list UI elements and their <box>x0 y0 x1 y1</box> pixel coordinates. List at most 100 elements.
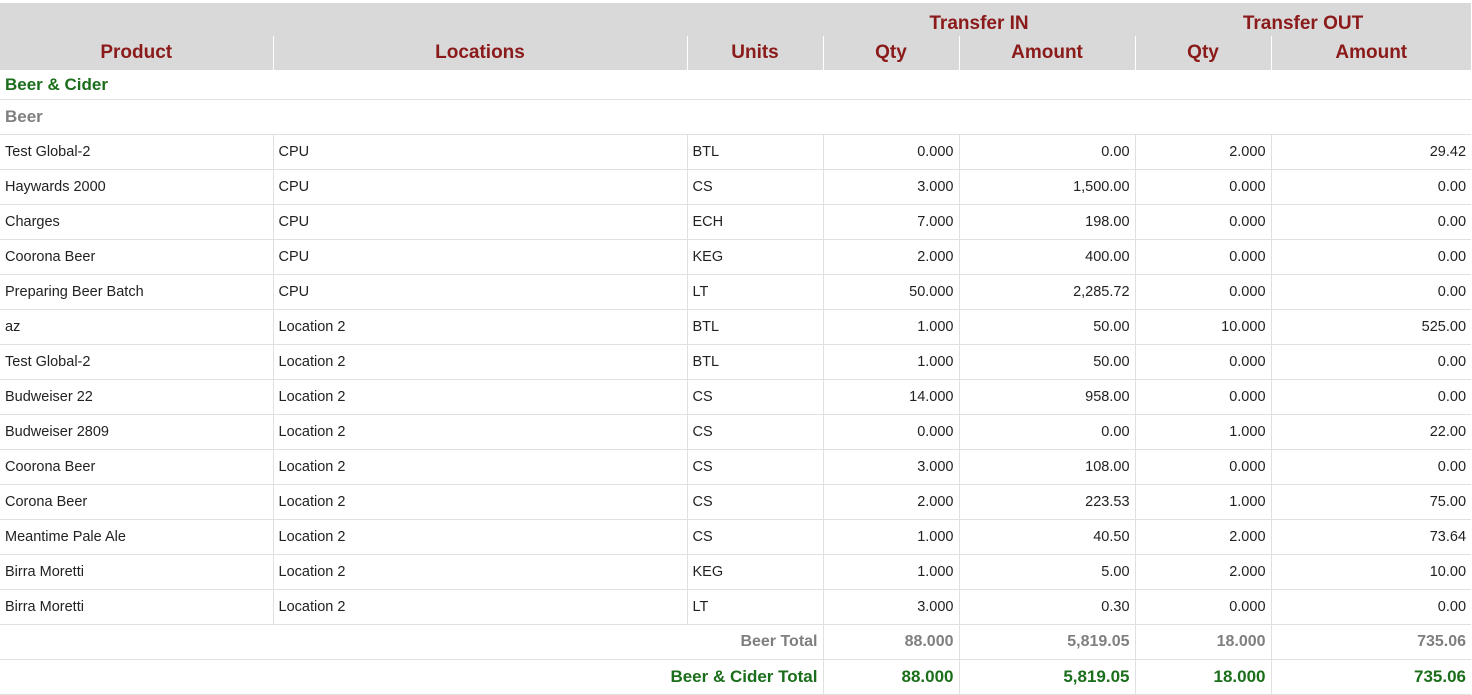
transfer-in-qty-column-header[interactable]: Qty <box>822 36 959 70</box>
transfer-out-qty-cell: 2.000 <box>1134 554 1272 590</box>
transfer-in-qty-cell: 0.000 <box>822 134 959 170</box>
transfer-out-amount-cell: 0.00 <box>1270 274 1472 310</box>
table-row[interactable]: az Location 2 BTL 1.000 50.00 10.000 525.00 <box>0 309 1472 345</box>
product-cell: Charges <box>0 204 273 240</box>
subcategory-label: Beer <box>0 99 1472 135</box>
location-cell: Location 2 <box>272 379 687 415</box>
subtotal-row-label: Beer Total <box>0 624 823 660</box>
subcategory-row: Beer <box>0 99 1472 135</box>
location-cell: CPU <box>272 274 687 310</box>
table-row[interactable]: Birra Moretti Location 2 LT 3.000 0.30 0.000 0… <box>0 589 1472 625</box>
transfer-out-amount-cell: 0.00 <box>1270 589 1472 625</box>
transfer-in-qty-cell: 0.000 <box>822 414 959 450</box>
transfer-out-amount-cell: 0.00 <box>1270 344 1472 380</box>
subtotal-row: Beer Total 88.000 5,819.05 18.000 735.06 <box>0 624 1472 660</box>
location-cell: CPU <box>272 134 687 170</box>
location-cell: Location 2 <box>272 309 687 345</box>
location-cell: CPU <box>272 204 687 240</box>
transfer-in-amount-cell: 5.00 <box>958 554 1136 590</box>
transfer-out-qty-cell: 0.000 <box>1134 274 1272 310</box>
transfer-out-qty-cell: 0.000 <box>1134 344 1272 380</box>
unit-cell: CS <box>686 414 823 450</box>
transfer-in-amount-cell: 0.00 <box>958 134 1136 170</box>
table-row[interactable]: Test Global-2 Location 2 BTL 1.000 50.00 0.00… <box>0 344 1472 380</box>
location-cell: Location 2 <box>272 449 687 485</box>
table-row[interactable]: Birra Moretti Location 2 KEG 1.000 5.00 2.000… <box>0 554 1472 590</box>
table-row[interactable]: Corona Beer Location 2 CS 2.000 223.53 1.000 7… <box>0 484 1472 520</box>
transfer-in-qty-cell: 1.000 <box>822 309 959 345</box>
unit-cell: BTL <box>686 344 823 380</box>
grand-total-row-transfer-in-qty: 88.000 <box>822 659 959 695</box>
product-column-header[interactable]: Product <box>0 36 273 70</box>
product-cell: Haywards 2000 <box>0 169 273 205</box>
transfer-in-amount-cell: 2,285.72 <box>958 274 1136 310</box>
product-cell: Corona Beer <box>0 484 273 520</box>
location-cell: Location 2 <box>272 519 687 555</box>
transfer-out-amount-column-header[interactable]: Amount <box>1270 36 1472 70</box>
transfer-in-amount-cell: 50.00 <box>958 309 1136 345</box>
table-row[interactable]: Coorona Beer Location 2 CS 3.000 108.00 0.000… <box>0 449 1472 485</box>
transfer-in-group-header: Transfer IN <box>823 3 1136 36</box>
table-row[interactable]: Budweiser 22 Location 2 CS 14.000 958.00 0.00… <box>0 379 1472 415</box>
unit-cell: CS <box>686 519 823 555</box>
transfer-in-amount-cell: 198.00 <box>958 204 1136 240</box>
transfer-in-amount-column-header[interactable]: Amount <box>958 36 1136 70</box>
product-cell: Budweiser 2809 <box>0 414 273 450</box>
transfer-in-qty-cell: 3.000 <box>822 169 959 205</box>
table-row[interactable]: Test Global-2 CPU BTL 0.000 0.00 2.000 29.42 <box>0 134 1472 170</box>
product-cell: Preparing Beer Batch <box>0 274 273 310</box>
product-cell: Test Global-2 <box>0 344 273 380</box>
transfer-out-qty-cell: 0.000 <box>1134 239 1272 275</box>
unit-cell: BTL <box>686 134 823 170</box>
grand-total-row-transfer-out-qty: 18.000 <box>1134 659 1272 695</box>
transfer-out-qty-cell: 2.000 <box>1134 519 1272 555</box>
location-cell: Location 2 <box>272 344 687 380</box>
subtotal-row-transfer-out-amount: 735.06 <box>1270 624 1472 660</box>
transfer-in-qty-cell: 7.000 <box>822 204 959 240</box>
transfer-out-qty-cell: 0.000 <box>1134 379 1272 415</box>
table-row[interactable]: Charges CPU ECH 7.000 198.00 0.000 0.00 <box>0 204 1472 240</box>
table-row[interactable]: Budweiser 2809 Location 2 CS 0.000 0.00 1.000… <box>0 414 1472 450</box>
transfer-in-qty-cell: 3.000 <box>822 589 959 625</box>
product-cell: az <box>0 309 273 345</box>
transfer-in-qty-cell: 3.000 <box>822 449 959 485</box>
header-spacer <box>0 3 823 36</box>
location-cell: Location 2 <box>272 554 687 590</box>
category-label: Beer & Cider <box>0 70 1472 100</box>
table-row[interactable]: Haywards 2000 CPU CS 3.000 1,500.00 0.000 0.00 <box>0 169 1472 205</box>
transfer-in-amount-cell: 0.00 <box>958 414 1136 450</box>
table-row[interactable]: Meantime Pale Ale Location 2 CS 1.000 40.50 2… <box>0 519 1472 555</box>
transfer-out-qty-column-header[interactable]: Qty <box>1134 36 1272 70</box>
transfer-out-qty-cell: 0.000 <box>1134 589 1272 625</box>
transfer-out-qty-cell: 1.000 <box>1134 414 1272 450</box>
transfer-out-qty-cell: 0.000 <box>1134 169 1272 205</box>
transfer-in-amount-cell: 40.50 <box>958 519 1136 555</box>
unit-cell: CS <box>686 379 823 415</box>
unit-cell: LT <box>686 589 823 625</box>
unit-cell: KEG <box>686 554 823 590</box>
subtotal-row-transfer-in-amount: 5,819.05 <box>958 624 1136 660</box>
transfer-in-amount-cell: 50.00 <box>958 344 1136 380</box>
transfer-in-amount-cell: 1,500.00 <box>958 169 1136 205</box>
locations-column-header[interactable]: Locations <box>272 36 687 70</box>
transfer-out-amount-cell: 0.00 <box>1270 239 1472 275</box>
table-header: Transfer IN Transfer OUT Product Locatio… <box>0 3 1472 70</box>
units-column-header[interactable]: Units <box>686 36 823 70</box>
transfer-out-amount-cell: 0.00 <box>1270 379 1472 415</box>
transfer-out-amount-cell: 22.00 <box>1270 414 1472 450</box>
product-cell: Budweiser 22 <box>0 379 273 415</box>
transfer-out-qty-cell: 0.000 <box>1134 449 1272 485</box>
table-row[interactable]: Preparing Beer Batch CPU LT 50.000 2,285.72 0… <box>0 274 1472 310</box>
location-cell: Location 2 <box>272 589 687 625</box>
unit-cell: CS <box>686 484 823 520</box>
table-row[interactable]: Coorona Beer CPU KEG 2.000 400.00 0.000 0.00 <box>0 239 1472 275</box>
product-cell: Coorona Beer <box>0 449 273 485</box>
unit-cell: ECH <box>686 204 823 240</box>
transfer-out-amount-cell: 29.42 <box>1270 134 1472 170</box>
location-cell: Location 2 <box>272 484 687 520</box>
grand-total-row-transfer-in-amount: 5,819.05 <box>958 659 1136 695</box>
category-row: Beer & Cider <box>0 70 1472 100</box>
transfer-out-amount-cell: 73.64 <box>1270 519 1472 555</box>
product-cell: Birra Moretti <box>0 589 273 625</box>
location-cell: Location 2 <box>272 414 687 450</box>
